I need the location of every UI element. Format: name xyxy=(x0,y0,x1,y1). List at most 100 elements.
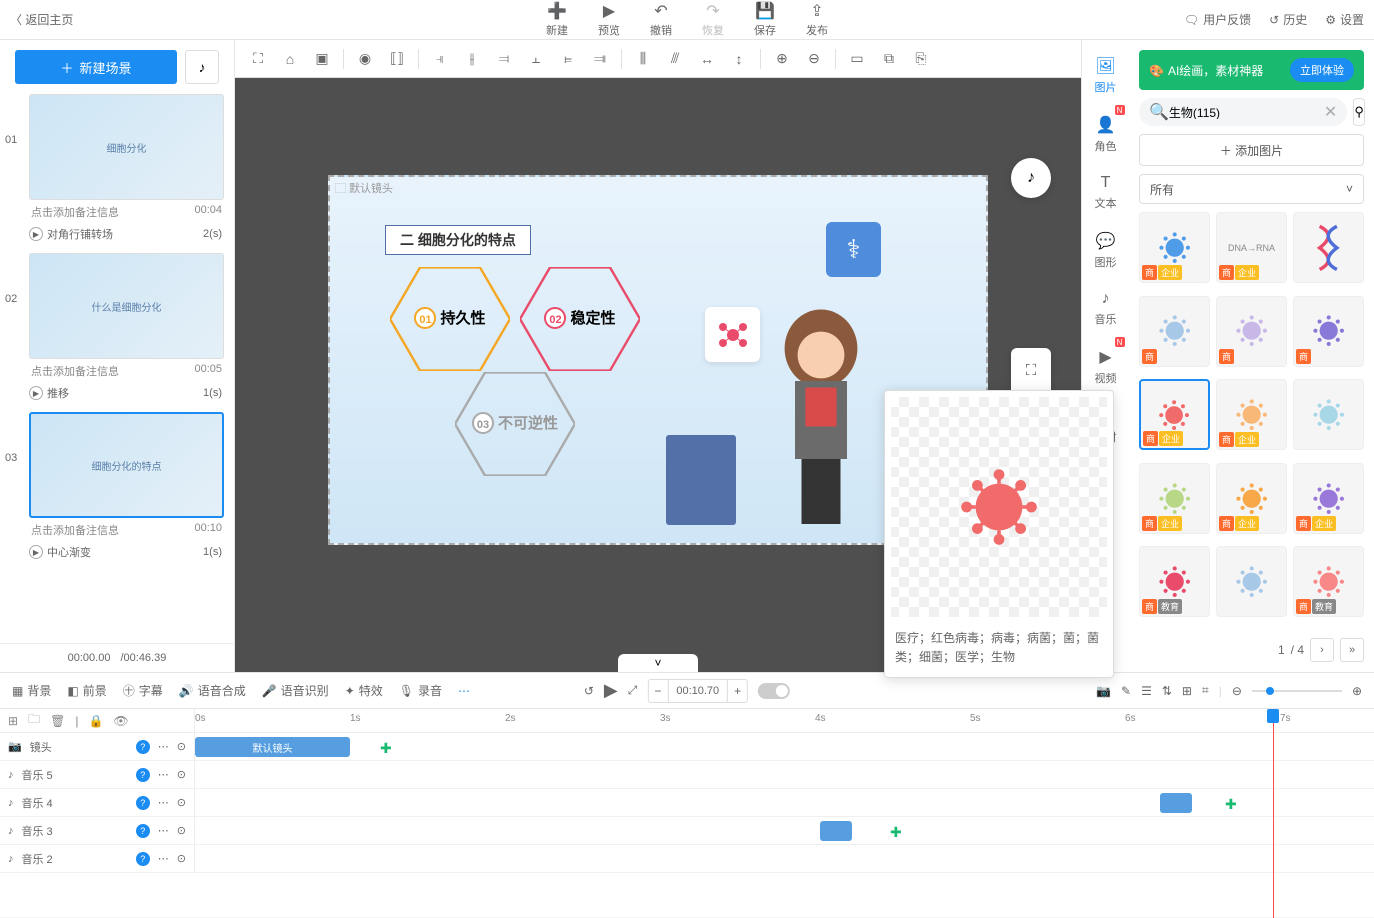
top-right-历史[interactable]: ↺历史 xyxy=(1269,11,1307,28)
play-transition-icon[interactable]: ▶ xyxy=(29,227,43,241)
bracket-icon[interactable]: ⟦⟧ xyxy=(382,44,412,74)
track-help-icon[interactable]: ? xyxy=(136,740,150,754)
track-body[interactable] xyxy=(195,761,1374,788)
tl-add-icon[interactable]: ⊞ xyxy=(8,714,18,728)
list-icon[interactable]: ☰ xyxy=(1141,684,1152,698)
track-help-icon[interactable]: ? xyxy=(136,824,150,838)
image-item-11[interactable]: 商企业 xyxy=(1293,463,1364,534)
image-item-4[interactable]: 商 xyxy=(1216,296,1287,367)
transition-name[interactable]: 推移 xyxy=(47,385,199,401)
camera-icon[interactable]: 📷 xyxy=(1096,684,1111,698)
bt-特效[interactable]: ✦特效 xyxy=(345,682,383,699)
page-next-button[interactable]: › xyxy=(1310,638,1334,662)
tl-delete-icon[interactable]: 🗑 xyxy=(50,714,65,728)
image-item-5[interactable]: 商 xyxy=(1293,296,1364,367)
top-tool-发布[interactable]: ⇪发布 xyxy=(806,1,828,38)
track-eye-icon[interactable]: ⊙ xyxy=(177,852,186,865)
image-item-0[interactable]: 商企业 xyxy=(1139,212,1210,283)
play-transition-icon[interactable]: ▶ xyxy=(29,545,43,559)
history-icon[interactable]: ↺ xyxy=(584,684,594,698)
align-center-icon[interactable]: ⫲ xyxy=(457,44,487,74)
crop2-icon[interactable]: ⌗ xyxy=(1202,683,1209,698)
tl-eye-icon[interactable]: 👁 xyxy=(113,714,128,728)
track-eye-icon[interactable]: ⊙ xyxy=(177,768,186,781)
scene-thumb-02[interactable]: 什么是细胞分化 xyxy=(29,253,224,359)
top-right-用户反馈[interactable]: 🗨用户反馈 xyxy=(1184,11,1251,28)
side-tab-文本[interactable]: T文本 xyxy=(1085,166,1127,219)
align-icon[interactable]: ⊞ xyxy=(1182,684,1192,698)
bt-语音合成[interactable]: 🔊语音合成 xyxy=(179,682,246,699)
track-menu-icon[interactable]: ⋯ xyxy=(158,852,169,865)
image-item-9[interactable]: 商企业 xyxy=(1139,463,1210,534)
timeline-clip[interactable]: 默认镜头 xyxy=(195,737,350,757)
image-item-2[interactable] xyxy=(1293,212,1364,283)
bt-前景[interactable]: ◧前景 xyxy=(67,682,106,699)
top-right-设置[interactable]: ⚙设置 xyxy=(1325,11,1364,28)
track-body[interactable] xyxy=(195,845,1374,872)
top-tool-恢复[interactable]: ↷恢复 xyxy=(702,1,724,38)
paste-icon[interactable]: ⎘ xyxy=(906,44,936,74)
filter-button[interactable]: ⚲ xyxy=(1353,98,1365,126)
align-bottom-icon[interactable]: ⫥ xyxy=(585,44,615,74)
track-body[interactable]: ✚ xyxy=(195,817,1374,844)
track-menu-icon[interactable]: ⋯ xyxy=(158,740,169,753)
ai-try-button[interactable]: 立即体验 xyxy=(1290,58,1354,82)
expand-bottom-button[interactable]: ˅ xyxy=(618,654,698,672)
add-clip-icon[interactable]: ✚ xyxy=(890,824,902,841)
image-item-14[interactable]: 商教育 xyxy=(1293,546,1364,617)
top-tool-预览[interactable]: ▶预览 xyxy=(598,1,620,38)
search-input[interactable] xyxy=(1169,105,1324,119)
play-transition-icon[interactable]: ▶ xyxy=(29,386,43,400)
edit-icon[interactable]: ✎ xyxy=(1121,684,1131,698)
tl-folder-icon[interactable]: 🗀 xyxy=(28,710,40,731)
transition-name[interactable]: 中心渐变 xyxy=(47,544,199,560)
track-menu-icon[interactable]: ⋯ xyxy=(158,824,169,837)
track-help-icon[interactable]: ? xyxy=(136,768,150,782)
image-item-8[interactable] xyxy=(1293,379,1364,450)
side-tab-角色[interactable]: 👤角色N xyxy=(1085,107,1127,162)
add-clip-icon[interactable]: ✚ xyxy=(380,740,392,757)
timeline-clip[interactable] xyxy=(1160,793,1192,813)
track-menu-icon[interactable]: ⋯ xyxy=(158,796,169,809)
more-icon[interactable]: ⋯ xyxy=(458,684,470,698)
bt-录音[interactable]: 🎙录音 xyxy=(399,682,442,699)
timeline-clip[interactable] xyxy=(820,821,852,841)
align-top-icon[interactable]: ⫠ xyxy=(521,44,551,74)
page-last-button[interactable]: » xyxy=(1340,638,1364,662)
dist-v-icon[interactable]: ⫻ xyxy=(660,44,690,74)
category-select[interactable]: 所有˅ xyxy=(1139,174,1364,204)
image-item-1[interactable]: DNA→RNA商企业 xyxy=(1216,212,1287,283)
side-tab-音乐[interactable]: ♪音乐 xyxy=(1085,282,1127,335)
dist-h-icon[interactable]: ⫼ xyxy=(628,44,658,74)
side-tab-视频[interactable]: ▶视频N xyxy=(1085,339,1127,394)
height-icon[interactable]: ↕ xyxy=(724,44,754,74)
bt-语音识别[interactable]: 🎤语音识别 xyxy=(262,682,329,699)
top-tool-保存[interactable]: 💾保存 xyxy=(754,1,776,38)
scene-note[interactable]: 点击添加备注信息 xyxy=(31,522,119,538)
top-tool-撤销[interactable]: ↶撤销 xyxy=(650,1,672,38)
align-middle-icon[interactable]: ⫢ xyxy=(553,44,583,74)
new-scene-button[interactable]: ＋新建场景 xyxy=(15,50,177,84)
image-item-12[interactable]: 商教育 xyxy=(1139,546,1210,617)
zoom-slider[interactable] xyxy=(1252,690,1342,692)
crop-icon[interactable]: ⛶ xyxy=(243,44,273,74)
track-eye-icon[interactable]: ⊙ xyxy=(177,824,186,837)
track-help-icon[interactable]: ? xyxy=(136,796,150,810)
back-home-link[interactable]: 〈 返回主页 xyxy=(10,11,73,28)
sort-icon[interactable]: ⇅ xyxy=(1162,684,1172,698)
home-icon[interactable]: ⌂ xyxy=(275,44,305,74)
transition-name[interactable]: 对角行铺转场 xyxy=(47,226,199,242)
width-icon[interactable]: ↔ xyxy=(692,44,722,74)
track-help-icon[interactable]: ? xyxy=(136,852,150,866)
track-body[interactable]: 默认镜头 ✚ xyxy=(195,733,1374,760)
fullscreen-icon[interactable]: ⛶ xyxy=(1011,352,1051,388)
image-item-3[interactable]: 商 xyxy=(1139,296,1210,367)
time-plus-button[interactable]: + xyxy=(727,680,747,702)
top-tool-新建[interactable]: ➕新建 xyxy=(546,1,568,38)
zoom-in-icon[interactable]: ⊕ xyxy=(767,44,797,74)
zoom-out2-icon[interactable]: ⊖ xyxy=(1232,684,1242,698)
image-item-10[interactable]: 商企业 xyxy=(1216,463,1287,534)
add-image-button[interactable]: ＋ 添加图片 xyxy=(1139,134,1364,166)
scene-thumb-03[interactable]: 细胞分化的特点 xyxy=(29,412,224,518)
side-tab-图片[interactable]: 🖼图片 xyxy=(1085,48,1127,103)
